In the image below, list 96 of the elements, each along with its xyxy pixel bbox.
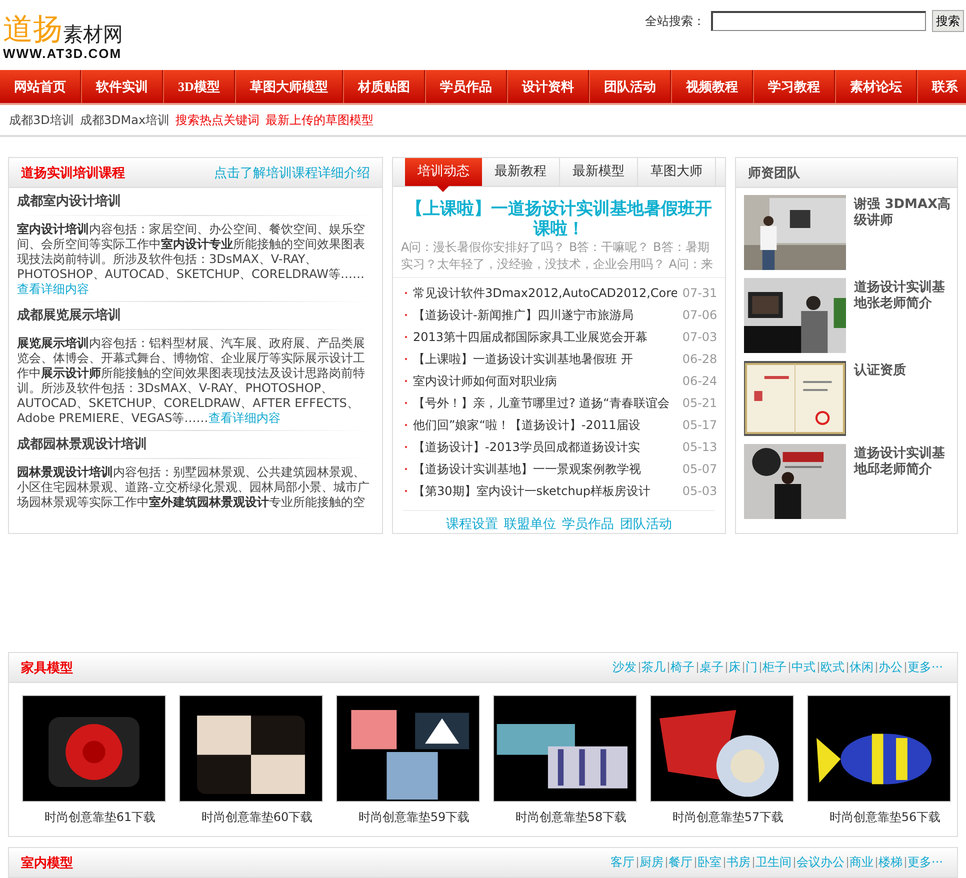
keyword-link[interactable]: 成都3DMax培训 [80,112,170,128]
nav-link[interactable]: 材质贴图 [342,70,425,103]
category-link[interactable]: 会议办公 [794,857,847,868]
footer-link[interactable]: 联盟单位 [504,515,556,533]
panel-title: 室内模型 [21,854,73,872]
category-link[interactable]: 椅子 [668,662,697,673]
news-summary: A问：漫长暑假你安排好了吗？ B答：干嘛呢？ B答：暑期实习？太年轻了，没经验，没技术，企业会用吗？ A问：来 [392,239,726,278]
category-link[interactable]: 床 [726,662,743,673]
category-link[interactable]: 门 [742,662,760,673]
panel-title: 家具模型 [21,660,73,676]
category-link[interactable]: 厨房 [636,857,666,868]
tab[interactable]: 最新模型 [560,158,638,186]
news-date: 07-31 [681,286,718,300]
nav-link[interactable]: 软件实训 [81,70,163,103]
nav-link[interactable]: 草图大师模型 [234,70,343,103]
category-link[interactable]: 书房 [724,857,753,868]
category-link[interactable]: 休闲 [846,662,876,673]
search-button[interactable]: 搜索 [932,10,964,32]
product-link[interactable]: 时尚创意靠垫59下载 [346,809,470,826]
news-date: 05-21 [681,396,718,410]
category-link[interactable]: 楼梯 [876,857,905,868]
category-link[interactable]: 柜子 [760,662,789,673]
nav-link[interactable]: 素材论坛 [834,70,917,103]
member-link[interactable]: 认证资质 [854,361,954,436]
nav-link[interactable]: 学习教程 [752,70,835,103]
category-link[interactable]: 客厅 [608,857,637,868]
news-date: 05-07 [681,462,718,476]
more-link[interactable]: 点击了解培训课程详细介绍 [214,164,370,182]
news-link[interactable]: 他们回”娘家“啦！【道扬设计】-2011届设 [412,416,678,434]
category-link[interactable]: 办公 [876,662,905,673]
news-date: 05-13 [681,440,718,454]
nav-link[interactable]: 学员作品 [424,70,507,103]
category-link[interactable]: 中式 [788,662,818,673]
site-url: WWW.AT3D.COM [3,46,123,61]
news-date: 07-06 [681,308,718,322]
course-description: 园林景观设计培训内容包括：别墅园林景观、公共建筑园林景观、小区住宅园林景观、道路-立交桥绿化景观、园林局部小景、城市广场园林景观等实际工作中室外建筑园林景观设计专业所能接触的空 [17,459,374,514]
news-date: 07-03 [681,330,718,344]
nav-link[interactable]: 3D模型 [163,70,235,103]
headline-link[interactable]: 【上课啦】一道扬设计实训基地暑假班开课啦！ [392,187,726,239]
news-link[interactable]: 室内设计师如何面对职业病 [412,372,678,390]
footer-link[interactable]: 课程设置 [446,515,498,533]
news-date: 06-24 [681,374,718,388]
product-link[interactable]: 时尚创意靠垫56下载 [817,809,941,826]
news-link[interactable]: 常见设计软件3Dmax2012,AutoCAD2012,Core [412,284,678,302]
category-link[interactable]: 餐厅 [666,857,695,868]
category-link[interactable]: 更多··· [904,662,945,673]
category-link[interactable]: 桌子 [696,662,726,673]
product-link[interactable]: 时尚创意靠垫57下载 [660,809,784,826]
detail-link[interactable]: 查看详细内容 [17,282,89,296]
tab[interactable]: 最新教程 [482,158,560,186]
news-link[interactable]: 【上课啦】一道扬设计实训基地暑假班 开 [412,350,678,368]
news-link[interactable]: 2013第十四届成都国际家具工业展览会开幕 [412,328,678,346]
product-link[interactable]: 时尚创意靠垫58下载 [503,809,627,826]
nav-link[interactable]: 联系 [916,70,966,103]
section-heading: 成都展览展示培训 [17,302,374,330]
category-link[interactable]: 欧式 [818,662,847,673]
footer-link[interactable]: 团队活动 [620,515,672,533]
keyword-link[interactable]: 搜索热点关键词 [176,112,260,128]
tab[interactable]: 草图大师 [638,158,716,186]
category-link[interactable]: 更多··· [904,857,945,868]
member-link[interactable]: 谢强 3DMAX高级讲师 [854,195,954,270]
product-link[interactable]: 时尚创意靠垫60下载 [189,809,313,826]
category-link[interactable]: 商业 [846,857,876,868]
category-link[interactable]: 茶几 [638,662,668,673]
category-link[interactable]: 卧室 [694,857,724,868]
nav-link[interactable]: 网站首页 [0,70,81,103]
news-date: 05-17 [681,418,718,432]
panel-title: 师资团队 [748,164,800,182]
footer-link[interactable]: 学员作品 [562,515,614,533]
member-link[interactable]: 道扬设计实训基地邱老师简介 [854,444,954,519]
section-heading: 成都室内设计培训 [17,188,374,216]
section-heading: 成都园林景观设计培训 [17,431,374,459]
news-link[interactable]: 【第30期】室内设计一sketchup样板房设计 [412,482,678,500]
panel-title: 道扬实训培训课程 [21,164,125,182]
pointer-icon [436,186,449,192]
detail-link[interactable]: 查看详细内容 [208,411,280,425]
course-description: 室内设计培训内容包括：家居空间、办公空间、餐饮空间、娱乐空间、会所空间等实际工作中室内设计专业所能接触的空间效果图表现技法岗前特训。所涉及软件包括：3DsMAX、V-RAY、PHOTOSHOP、AUTOCAD、SKETCHUP、CORELDRAW等…… 查看详细内容 [17,216,374,302]
category-link[interactable]: 卫生间 [752,857,794,868]
keyword-link[interactable]: 最新上传的草图模型 [266,112,374,128]
news-link[interactable]: 【道扬设计-新闻推广】四川遂宁市旅游局 [412,306,678,324]
news-date: 06-28 [681,352,718,366]
news-link[interactable]: 【道扬设计】-2013学员回成都道扬设计实 [412,438,678,456]
category-link[interactable]: 沙发 [610,662,639,673]
nav-link[interactable]: 设计资料 [506,70,589,103]
news-date: 05-03 [681,484,718,498]
member-link[interactable]: 道扬设计实训基地张老师简介 [854,278,954,353]
news-link[interactable]: 【道扬设计实训基地】一一景观案例教学视 [412,460,678,478]
news-link[interactable]: 【号外！】亲，儿童节哪里过? 道扬“青春联谊会 [412,394,678,412]
product-link[interactable]: 时尚创意靠垫61下载 [32,809,156,826]
course-description: 展览展示培训内容包括：铝料型材展、汽车展、政府展、产品类展览会、体博会、开幕式舞台、博物馆、企业展厅等实际展示设计工作中展示设计师所能接触的空间效果图表现技法及设计思路岗前特训。所涉及软件包括：3DsMAX、V-RAY、PHOTOSHOP、AUTOCAD、SKETCHUP、CORELDRAW、AFTER EFFECTS、Adobe PREMIERE、VEGAS等……查看详细内容 [17,330,374,431]
search-field[interactable] [711,11,926,31]
keyword-link[interactable]: 成都3D培训 [9,112,74,128]
search-label: 全站搜索： [645,12,705,30]
nav-link[interactable]: 视频教程 [670,70,753,103]
logo-subtitle: 素材网 [63,22,123,46]
nav-link[interactable]: 团队活动 [588,70,671,103]
